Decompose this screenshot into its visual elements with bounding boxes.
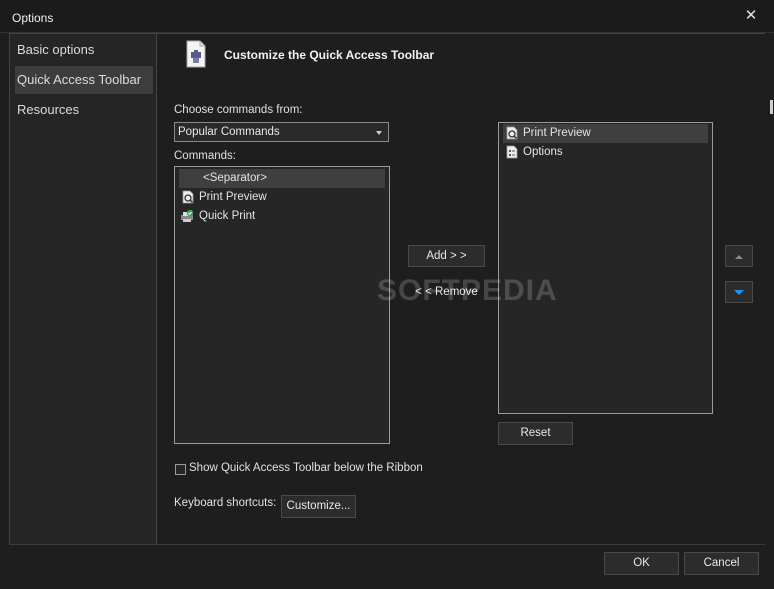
commands-label: Commands: [174,150,236,162]
add-button[interactable]: Add > > [408,245,485,267]
sidebar-item-basic-options[interactable]: Basic options [15,36,153,64]
arrow-up-icon [735,255,743,259]
list-item-label: Options [523,146,563,158]
list-item-label: <Separator> [203,172,267,184]
list-item[interactable]: Quick Print [179,207,385,226]
list-item-label: Print Preview [523,127,591,139]
toolbar-document-icon [186,40,206,68]
sidebar-item-label: Resources [17,102,80,117]
print-preview-icon [506,126,518,140]
choose-commands-label: Choose commands from: [174,104,303,116]
ok-button[interactable]: OK [604,552,679,575]
dropdown-value: Popular Commands [178,126,280,138]
quick-access-toolbar-list[interactable]: Print Preview Options [498,122,713,414]
edge-marker [770,100,773,114]
title-bar [0,0,774,33]
commands-list[interactable]: <Separator> Print Preview Quick Print [174,166,390,444]
arrow-down-icon [734,290,744,295]
close-icon[interactable]: ✕ [744,8,758,23]
move-up-button[interactable] [725,245,753,267]
chevron-down-icon [376,131,382,135]
list-item[interactable]: Options [503,143,708,162]
keyboard-shortcuts-label: Keyboard shortcuts: [174,497,277,509]
sidebar-item-label: Basic options [17,42,95,57]
list-item[interactable]: Print Preview [503,124,708,143]
list-item-label: Print Preview [199,191,267,203]
print-preview-icon [182,190,194,204]
sidebar-item-quick-access-toolbar[interactable]: Quick Access Toolbar [15,66,153,94]
reset-button[interactable]: Reset [498,422,573,445]
options-icon [506,145,518,159]
watermark: SOFTPEDIA [377,274,558,307]
cancel-button[interactable]: Cancel [684,552,759,575]
footer-divider [9,544,765,545]
choose-commands-dropdown[interactable]: Popular Commands [174,122,389,142]
show-below-ribbon-checkbox[interactable] [175,464,186,475]
move-down-button[interactable] [725,281,753,303]
customize-button[interactable]: Customize... [281,495,356,518]
sidebar-item-label: Quick Access Toolbar [17,72,142,87]
list-item-label: Quick Print [199,210,256,222]
options-sidebar: Basic options Quick Access Toolbar Resou… [9,33,157,545]
window-title: Options [12,11,54,25]
list-item[interactable]: <Separator> [179,169,385,188]
page-title: Customize the Quick Access Toolbar [224,48,435,62]
list-item[interactable]: Print Preview [179,188,385,207]
quick-print-icon [181,209,194,222]
show-below-ribbon-label: Show Quick Access Toolbar below the Ribb… [189,462,423,474]
sidebar-item-resources[interactable]: Resources [15,96,153,124]
